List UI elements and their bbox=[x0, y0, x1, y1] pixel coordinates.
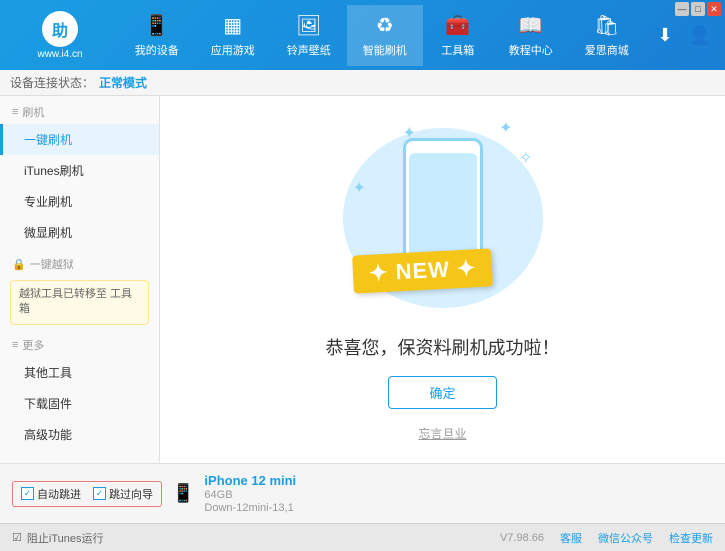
nav-shop[interactable]: 🛍 爱思商城 bbox=[569, 5, 645, 66]
nav-apps-label: 应用游戏 bbox=[211, 42, 255, 58]
logo: 助 www.i4.cn bbox=[10, 11, 110, 60]
sidebar-section-flash: ≡ 刷机 bbox=[0, 96, 159, 124]
apps-icon: ▦ bbox=[223, 13, 242, 38]
tutorial-icon: 📖 bbox=[518, 13, 543, 38]
auto-connect-label: 自动跳进 bbox=[37, 486, 81, 502]
sidebar-item-itunes[interactable]: iTunes刷机 bbox=[0, 155, 159, 186]
confirm-button[interactable]: 确定 bbox=[388, 376, 496, 409]
ai-icon: ♻ bbox=[376, 13, 394, 38]
jailbreak-label: 一键越狱 bbox=[30, 256, 74, 272]
version-label: V7.98.66 bbox=[500, 532, 544, 544]
sidebar: ≡ 刷机 一键刷机 iTunes刷机 专业刷机 微显刷机 🔒 一键越狱 越狱工具… bbox=[0, 96, 160, 463]
nav-bar: 📱 我的设备 ▦ 应用游戏 🖼 铃声壁纸 ♻ 智能刷机 🧰 工具箱 📖 教程中心… bbox=[110, 5, 653, 66]
nav-apps[interactable]: ▦ 应用游戏 bbox=[195, 5, 271, 66]
flash-section-label: 刷机 bbox=[22, 104, 44, 120]
itunes-label: 阻止iTunes运行 bbox=[27, 530, 104, 546]
sparkle-4: ✦ bbox=[353, 178, 366, 198]
flash-section-icon: ≡ bbox=[12, 106, 18, 118]
footer-left: ☑ 阻止iTunes运行 bbox=[12, 530, 492, 546]
lock-icon: 🔒 bbox=[12, 258, 26, 271]
sidebar-item-pro[interactable]: 专业刷机 bbox=[0, 186, 159, 217]
nav-wallpaper-label: 铃声壁纸 bbox=[287, 42, 331, 58]
nav-toolbox[interactable]: 🧰 工具箱 bbox=[423, 5, 493, 66]
status-bar: 设备连接状态： 正常模式 bbox=[0, 70, 725, 96]
footer: ☑ 阻止iTunes运行 V7.98.66 客服 微信公众号 检查更新 bbox=[0, 523, 725, 551]
more-section-label: 更多 bbox=[22, 337, 44, 353]
main-area: ≡ 刷机 一键刷机 iTunes刷机 专业刷机 微显刷机 🔒 一键越狱 越狱工具… bbox=[0, 96, 725, 463]
content-area: ✦ ✦ ✧ ✦ ✦ NEW ✦ 恭喜您，保资料刷机成功啦！ 确定 忘言旦业 bbox=[160, 96, 725, 463]
sparkle-2: ✦ bbox=[499, 118, 512, 138]
header: 助 www.i4.cn 📱 我的设备 ▦ 应用游戏 🖼 铃声壁纸 ♻ 智能刷机 … bbox=[0, 0, 725, 70]
skip-wizard-checkbox[interactable]: 跳过向导 bbox=[93, 486, 153, 502]
minimize-button[interactable]: — bbox=[675, 2, 689, 16]
customer-service-link[interactable]: 客服 bbox=[560, 530, 582, 546]
nav-toolbox-label: 工具箱 bbox=[441, 42, 474, 58]
more-section-icon: ≡ bbox=[12, 339, 18, 351]
maximize-button[interactable]: □ bbox=[691, 2, 705, 16]
nav-tutorial-label: 教程中心 bbox=[509, 42, 553, 58]
skip-wizard-tick[interactable] bbox=[93, 487, 106, 500]
again-link[interactable]: 忘言旦业 bbox=[418, 425, 466, 442]
status-label: 设备连接状态： bbox=[10, 74, 94, 91]
check-update-link[interactable]: 检查更新 bbox=[669, 530, 713, 546]
footer-right: V7.98.66 客服 微信公众号 检查更新 bbox=[500, 530, 713, 546]
wechat-link[interactable]: 微信公众号 bbox=[598, 530, 653, 546]
device-bar: 自动跳进 跳过向导 📱 iPhone 12 mini 64GB Down-12m… bbox=[0, 463, 725, 523]
nav-tutorial[interactable]: 📖 教程中心 bbox=[493, 5, 569, 66]
sidebar-section-more: ≡ 更多 bbox=[0, 329, 159, 357]
nav-my-device[interactable]: 📱 我的设备 bbox=[119, 5, 195, 66]
checkbox-group: 自动跳进 跳过向导 bbox=[12, 481, 162, 507]
nav-my-device-label: 我的设备 bbox=[135, 42, 179, 58]
nav-wallpaper[interactable]: 🖼 铃声壁纸 bbox=[271, 5, 347, 66]
sidebar-item-advanced[interactable]: 高级功能 bbox=[0, 419, 159, 450]
sparkle-3: ✧ bbox=[519, 148, 532, 168]
phone-icon: 📱 bbox=[144, 13, 169, 38]
sidebar-section-jailbreak: 🔒 一键越狱 bbox=[0, 248, 159, 276]
device-name: iPhone 12 mini bbox=[204, 473, 296, 488]
sidebar-item-dfu[interactable]: 微显刷机 bbox=[0, 217, 159, 248]
device-storage: 64GB bbox=[204, 489, 296, 501]
success-message: 恭喜您，保资料刷机成功啦！ bbox=[326, 334, 560, 360]
download-button[interactable]: ⬇ bbox=[653, 21, 676, 50]
toolbox-icon: 🧰 bbox=[445, 13, 470, 38]
jailbreak-notice: 越狱工具已转移至 工具箱 bbox=[10, 280, 149, 325]
logo-url: www.i4.cn bbox=[37, 49, 82, 60]
logo-icon: 助 bbox=[42, 11, 78, 47]
shop-icon: 🛍 bbox=[594, 13, 619, 38]
nav-shop-label: 爱思商城 bbox=[585, 42, 629, 58]
header-actions: ⬇ 👤 bbox=[653, 21, 715, 50]
itunes-checkbox-icon[interactable]: ☑ bbox=[12, 531, 22, 544]
new-badge: ✦ NEW ✦ bbox=[352, 248, 493, 293]
close-button[interactable]: ✕ bbox=[707, 2, 721, 16]
device-info: iPhone 12 mini 64GB Down-12mini-13,1 bbox=[204, 473, 296, 514]
auto-connect-checkbox[interactable]: 自动跳进 bbox=[21, 486, 81, 502]
device-model: Down-12mini-13,1 bbox=[204, 502, 296, 514]
device-phone-icon: 📱 bbox=[172, 483, 194, 504]
user-button[interactable]: 👤 bbox=[685, 21, 715, 50]
sidebar-item-other-tools[interactable]: 其他工具 bbox=[0, 357, 159, 388]
sidebar-item-download[interactable]: 下载固件 bbox=[0, 388, 159, 419]
phone-screen bbox=[409, 153, 477, 263]
sidebar-item-one-key[interactable]: 一键刷机 bbox=[0, 124, 159, 155]
phone-illustration: ✦ ✦ ✧ ✦ ✦ NEW ✦ bbox=[343, 118, 543, 318]
auto-connect-tick[interactable] bbox=[21, 487, 34, 500]
status-value: 正常模式 bbox=[99, 74, 147, 91]
nav-ai-label: 智能刷机 bbox=[363, 42, 407, 58]
skip-wizard-label: 跳过向导 bbox=[109, 486, 153, 502]
nav-ai[interactable]: ♻ 智能刷机 bbox=[347, 5, 423, 66]
wallpaper-icon: 🖼 bbox=[296, 13, 321, 38]
